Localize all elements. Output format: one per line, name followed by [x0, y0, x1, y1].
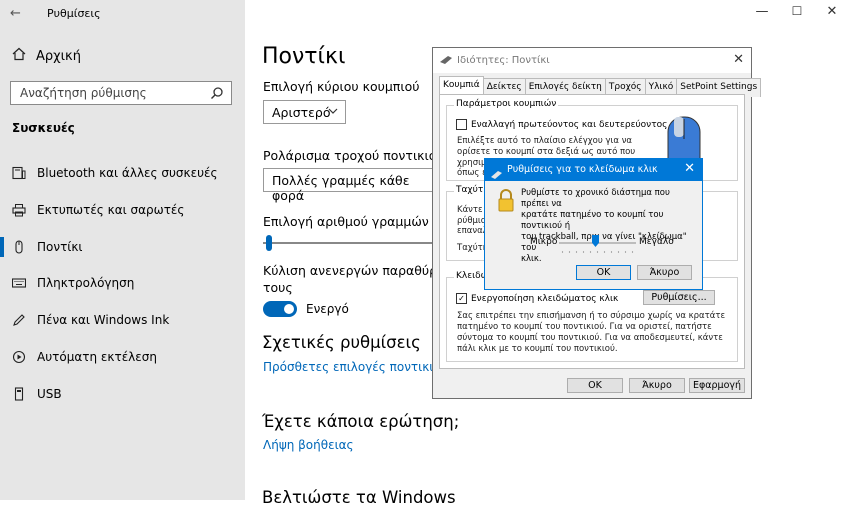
- search-placeholder: Αναζήτηση ρύθμισης: [20, 86, 147, 100]
- clicklock-title: Ρυθμίσεις για το κλείδωμα κλικ: [507, 164, 658, 175]
- additional-mouse-options-link[interactable]: Πρόσθετες επιλογές ποντικιού: [263, 360, 448, 374]
- clicklock-text-4: κλικ.: [521, 254, 542, 264]
- sidebar-item-usb[interactable]: USB: [11, 383, 62, 405]
- swap-desc-2: ορίσετε το κουμπί στα δεξιά ως αυτό που: [457, 147, 636, 157]
- wheel-scroll-dropdown[interactable]: Πολλές γραμμές κάθε φορά: [263, 168, 435, 203]
- sidebar-item-mouse[interactable]: Ποντίκι: [11, 236, 83, 258]
- autoplay-icon: [11, 349, 27, 365]
- button-config-label: Παράμετροι κουμπιών: [454, 99, 559, 109]
- app-title: Ρυθμίσεις: [47, 7, 101, 20]
- lock-desc-4: πάλι κλικ με το κουμπί του ποντικιού.: [457, 344, 618, 354]
- checkbox-box[interactable]: [456, 119, 467, 130]
- swap-desc-4: όπως ε: [457, 168, 487, 178]
- sidebar-item-label: Ποντίκι: [37, 240, 83, 254]
- primary-button-value: Αριστερό: [272, 105, 331, 120]
- nav-home[interactable]: Αρχική: [12, 47, 81, 65]
- chevron-down-icon: [328, 104, 338, 119]
- inactive-scroll-label-cont: τους: [263, 280, 293, 295]
- close-button[interactable]: ✕: [822, 4, 842, 19]
- back-arrow-icon[interactable]: ←: [10, 6, 21, 21]
- bluetooth-devices-icon: [11, 165, 27, 181]
- dialog-close-button[interactable]: ✕: [733, 52, 744, 67]
- swap-buttons-label: Εναλλαγή πρωτεύοντος και δευτερεύοντος: [471, 119, 668, 130]
- clicklock-description: Ρυθμίστε το χρονικό διάστημα που πρέπει …: [521, 188, 697, 265]
- checkbox-checked[interactable]: ✓: [456, 293, 467, 304]
- nav-home-label: Αρχική: [36, 48, 81, 64]
- padlock-icon: [497, 189, 515, 217]
- lock-desc-3: σύντομα το κουμπί του ποντικιού. Για να …: [457, 333, 723, 343]
- clicklock-title-bar: Ρυθμίσεις για το κλείδωμα κλικ ✕: [485, 159, 702, 181]
- lock-desc-1: Σας επιτρέπει την επισήμανση ή το σύρσιμ…: [457, 311, 726, 321]
- search-input[interactable]: Αναζήτηση ρύθμισης: [10, 81, 232, 105]
- question-heading: Έχετε κάποια ερώτηση;: [262, 412, 460, 431]
- lines-slider-track: [263, 242, 433, 244]
- minimize-button[interactable]: —: [752, 4, 772, 19]
- clicklock-checkbox[interactable]: ✓ Ενεργοποίηση κλειδώματος κλικ: [456, 293, 618, 304]
- slider-ticks: [559, 251, 636, 253]
- dialog-apply-button[interactable]: Εφαρμογή: [689, 378, 745, 393]
- inactive-scroll-toggle[interactable]: [263, 301, 297, 317]
- sidebar-item-label: Εκτυπωτές και σαρωτές: [37, 203, 185, 217]
- printer-icon: [11, 202, 27, 218]
- slider-min-label: Μικρό: [530, 237, 558, 247]
- wheel-scroll-value: Πολλές γραμμές κάθε φορά: [272, 173, 410, 203]
- sidebar-item-label: Πληκτρολόγηση: [37, 276, 135, 290]
- lines-slider-thumb[interactable]: [266, 235, 272, 251]
- dialog-title: Ιδιότητες: Ποντίκι: [457, 55, 550, 66]
- keyboard-icon: [11, 275, 27, 291]
- related-settings-heading: Σχετικές ρυθμίσεις: [262, 333, 421, 352]
- swap-desc-1: Επιλέξτε αυτό το πλαίσιο ελέγχου για να: [457, 136, 633, 146]
- section-devices: Συσκευές: [12, 121, 75, 135]
- home-icon: [12, 47, 26, 65]
- get-help-link[interactable]: Λήψη βοήθειας: [263, 438, 354, 452]
- search-icon[interactable]: [210, 85, 224, 104]
- title-bar: ← Ρυθμίσεις — ☐ ✕: [0, 0, 850, 28]
- sidebar-item-printers[interactable]: Εκτυπωτές και σαρωτές: [11, 199, 184, 221]
- pen-icon: [11, 312, 27, 328]
- active-indicator: [0, 237, 4, 257]
- sidebar-item-label: Αυτόματη εκτέλεση: [37, 350, 157, 364]
- dialog-ok-button[interactable]: ΟΚ: [567, 378, 623, 393]
- clicklock-cancel-button[interactable]: Άκυρο: [637, 265, 692, 280]
- sidebar-item-bluetooth[interactable]: Bluetooth και άλλες συσκευές: [11, 162, 218, 184]
- sidebar-item-typing[interactable]: Πληκτρολόγηση: [11, 272, 134, 294]
- clicklock-ok-button[interactable]: ΟΚ: [576, 265, 631, 280]
- clicklock-label: Ενεργοποίηση κλειδώματος κλικ: [471, 293, 619, 304]
- tab-buttons[interactable]: Κουμπιά: [439, 76, 484, 95]
- toggle-state-label: Ενεργό: [306, 302, 349, 316]
- clicklock-text-1: Ρυθμίστε το χρονικό διάστημα που πρέπει …: [521, 188, 670, 209]
- slider-max-label: Μεγάλο: [639, 237, 674, 247]
- lock-desc-2: πατημένο το κουμπί του ποντικιού. Για να…: [457, 322, 712, 332]
- clicklock-settings-button[interactable]: Ρυθμίσεις...: [643, 290, 715, 305]
- page-title: Ποντίκι: [262, 44, 346, 69]
- swap-buttons-checkbox[interactable]: Εναλλαγή πρωτεύοντος και δευτερεύοντος: [456, 119, 667, 130]
- sidebar-item-autoplay[interactable]: Αυτόματη εκτέλεση: [11, 346, 157, 368]
- mouse-app-icon: [439, 55, 453, 68]
- primary-button-label: Επιλογή κύριου κουμπιού: [263, 79, 420, 94]
- sidebar-item-label: Πένα και Windows Ink: [37, 313, 170, 327]
- clicklock-close-button[interactable]: ✕: [684, 161, 695, 176]
- clicklock-settings-dialog: Ρυθμίσεις για το κλείδωμα κλικ ✕ Ρυθμίστ…: [484, 158, 703, 290]
- usb-icon: [11, 386, 27, 402]
- mouse-icon: [11, 239, 27, 255]
- improve-windows-heading: Βελτιώστε τα Windows: [262, 488, 456, 507]
- sidebar-item-label: USB: [37, 387, 62, 401]
- clicklock-text-2: κρατάτε πατημένο το κουμπί του ποντικιού…: [521, 210, 664, 231]
- primary-button-dropdown[interactable]: Αριστερό: [263, 100, 346, 124]
- dialog-cancel-button[interactable]: Άκυρο: [629, 378, 685, 393]
- sidebar-item-pen[interactable]: Πένα και Windows Ink: [11, 309, 169, 331]
- maximize-button[interactable]: ☐: [787, 4, 807, 18]
- mouse-app-icon: [490, 165, 503, 184]
- dialog-title-bar: Ιδιότητες: Ποντίκι ✕: [433, 48, 751, 73]
- sidebar-item-label: Bluetooth και άλλες συσκευές: [37, 166, 218, 180]
